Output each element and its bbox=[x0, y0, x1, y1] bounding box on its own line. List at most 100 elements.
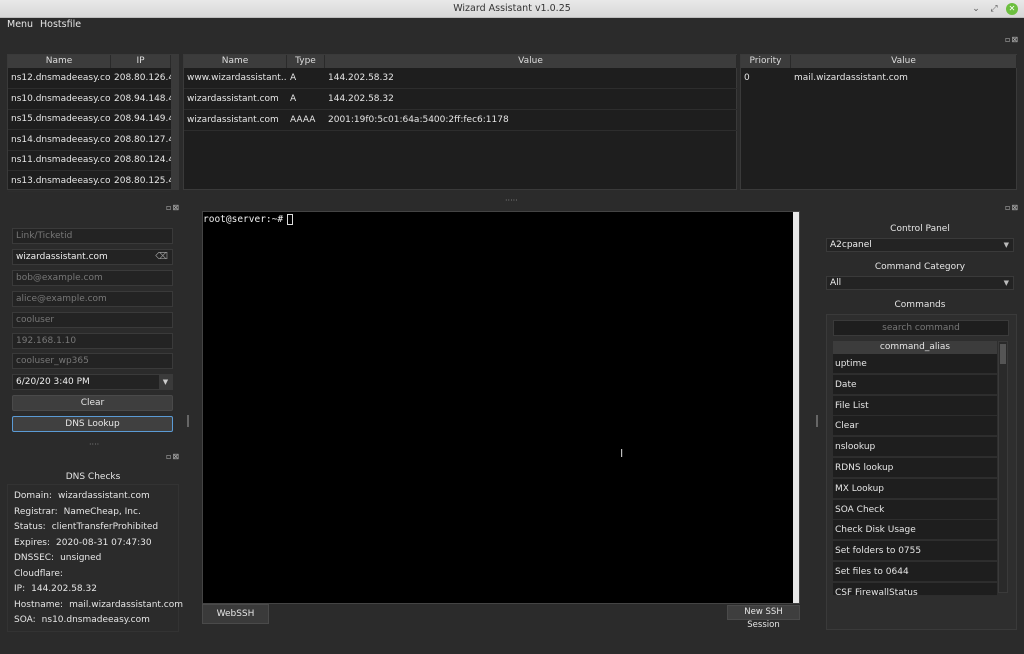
maximize-icon[interactable]: ⤢ bbox=[988, 3, 1000, 15]
dns-check-line: DNSSEC: unsigned bbox=[14, 553, 101, 563]
chevron-down-icon: ▼ bbox=[1003, 241, 1009, 249]
domain-input[interactable]: wizardassistant.com ⌫ bbox=[12, 249, 173, 265]
command-item[interactable]: RDNS lookup bbox=[833, 458, 997, 478]
dns-check-line: Expires: 2020-08-31 07:47:30 bbox=[14, 538, 152, 548]
command-category-select[interactable]: All ▼ bbox=[826, 276, 1014, 290]
records-header-type[interactable]: Type bbox=[287, 55, 325, 68]
dns-check-label: Registrar: bbox=[14, 506, 58, 517]
ns-name-cell[interactable]: ns15.dnsmadeeasy.com bbox=[8, 109, 111, 129]
command-item[interactable]: Clear bbox=[833, 416, 997, 437]
mx-header-priority[interactable]: Priority bbox=[741, 55, 791, 68]
dns-check-label: Hostname: bbox=[14, 599, 64, 610]
record-name-cell[interactable]: www.wizardassistant.... bbox=[184, 68, 287, 88]
database-input[interactable]: cooluser_wp365 bbox=[12, 353, 173, 369]
commands-scroll-thumb[interactable] bbox=[1000, 344, 1006, 364]
command-item[interactable]: Date bbox=[833, 374, 997, 395]
ns-name-cell[interactable]: ns14.dnsmadeeasy.com bbox=[8, 130, 111, 150]
form-dock-float-close-icon[interactable]: ▫⊠ bbox=[166, 203, 180, 212]
commands-label: Commands bbox=[894, 300, 946, 310]
left-splitter[interactable] bbox=[187, 415, 189, 427]
control-dock-float-close-icon[interactable]: ▫⊠ bbox=[1005, 203, 1019, 212]
control-panel-select[interactable]: A2cpanel ▼ bbox=[826, 238, 1014, 252]
mx-priority-cell[interactable]: 0 bbox=[741, 68, 791, 88]
terminal-prompt: root@server:~# bbox=[203, 214, 294, 225]
commands-scrollbar[interactable] bbox=[998, 341, 1008, 593]
datetime-picker[interactable]: 6/20/20 3:40 PM ▼ bbox=[12, 374, 173, 390]
record-type-cell[interactable]: A bbox=[287, 68, 325, 88]
ns-ip-cell[interactable]: 208.80.125.4 bbox=[111, 171, 171, 191]
record-value-cell[interactable]: 144.202.58.32 bbox=[325, 89, 737, 109]
record-type-cell[interactable]: A bbox=[287, 89, 325, 109]
chevron-down-icon[interactable]: ▼ bbox=[159, 375, 172, 389]
dock-float-close-icon[interactable]: ▫⊠ bbox=[1005, 35, 1019, 44]
link-ticket-input[interactable]: Link/Ticketid bbox=[12, 228, 173, 244]
dns-check-label: DNSSEC: bbox=[14, 553, 55, 563]
command-item[interactable]: File List bbox=[833, 395, 997, 416]
mx-header-value[interactable]: Value bbox=[791, 55, 1017, 68]
command-alias-header[interactable]: command_alias bbox=[833, 341, 997, 354]
dns-check-label: Expires: bbox=[14, 537, 50, 548]
record-value-cell[interactable]: 2001:19f0:5c01:64a:5400:2ff:fec6:1178 bbox=[325, 110, 737, 130]
email1-input[interactable]: bob@example.com bbox=[12, 270, 173, 286]
ns-name-cell[interactable]: ns10.dnsmadeeasy.com bbox=[8, 89, 111, 109]
mx-value-cell[interactable]: mail.wizardassistant.com bbox=[791, 68, 1017, 88]
datetime-value: 6/20/20 3:40 PM bbox=[16, 377, 90, 387]
minimize-icon[interactable]: ⌄ bbox=[970, 3, 982, 15]
ns-ip-cell[interactable]: 208.94.148.4 bbox=[111, 89, 171, 109]
ssh-terminal[interactable]: root@server:~# bbox=[202, 211, 800, 604]
clear-field-icon[interactable]: ⌫ bbox=[155, 250, 168, 264]
ns-ip-cell[interactable]: 208.80.127.4 bbox=[111, 130, 171, 150]
dns-check-label: Domain: bbox=[14, 491, 52, 501]
tab-webssh[interactable]: WebSSH bbox=[202, 604, 269, 624]
ns-name-cell[interactable]: ns12.dnsmadeeasy.com bbox=[8, 68, 111, 88]
terminal-scrollbar[interactable] bbox=[793, 212, 799, 603]
ip-input[interactable]: 192.168.1.10 bbox=[12, 333, 173, 349]
title-bar: Wizard Assistant v1.0.25 ⌄ ⤢ ✕ bbox=[0, 0, 1024, 18]
ns-ip-cell[interactable]: 208.80.124.4 bbox=[111, 150, 171, 170]
dns-check-label: Cloudflare: bbox=[14, 568, 63, 579]
email2-input[interactable]: alice@example.com bbox=[12, 291, 173, 307]
command-item[interactable]: uptime bbox=[833, 354, 997, 374]
menu-hostsfile[interactable]: Hostsfile bbox=[40, 19, 81, 30]
ns-ip-cell[interactable]: 208.94.149.4 bbox=[111, 109, 171, 129]
dns-check-line: IP: 144.202.58.32 bbox=[14, 584, 97, 594]
control-panel-value: A2cpanel bbox=[830, 240, 872, 250]
command-item[interactable]: Check Disk Usage bbox=[833, 520, 997, 541]
new-ssh-session-button[interactable]: New SSH Session bbox=[727, 605, 800, 630]
dns-checks-dock-icon[interactable]: ▫⊠ bbox=[166, 452, 180, 461]
close-icon[interactable]: ✕ bbox=[1006, 3, 1018, 15]
user-input[interactable]: cooluser bbox=[12, 312, 173, 328]
ns-row-divider bbox=[8, 190, 171, 192]
ns-header-name[interactable]: Name bbox=[8, 55, 111, 68]
record-name-cell[interactable]: wizardassistant.com bbox=[184, 89, 287, 109]
splitter-handle[interactable]: ····· bbox=[505, 196, 518, 205]
record-type-cell[interactable]: AAAA bbox=[287, 110, 325, 130]
command-item[interactable]: Set folders to 0755 bbox=[833, 541, 997, 562]
splitter-handle-left[interactable]: ···· bbox=[89, 440, 99, 449]
command-item[interactable]: Set files to 0644 bbox=[833, 562, 997, 582]
clear-button[interactable]: Clear bbox=[12, 395, 173, 411]
ns-scrollbar[interactable] bbox=[171, 55, 179, 189]
dns-lookup-button[interactable]: DNS Lookup bbox=[12, 416, 173, 432]
control-panel-label: Control Panel bbox=[890, 224, 950, 234]
search-command-input[interactable]: search command bbox=[833, 320, 1009, 336]
command-item[interactable]: CSF FirewallStatus bbox=[833, 582, 997, 596]
menu-bar: Menu Hostsfile bbox=[0, 18, 1024, 32]
ns-header-ip[interactable]: IP bbox=[111, 55, 171, 68]
ns-name-cell[interactable]: ns11.dnsmadeeasy.com bbox=[8, 150, 111, 170]
ns-ip-cell[interactable]: 208.80.126.4 bbox=[111, 68, 171, 88]
dns-check-value: mail.wizardassistant.com bbox=[69, 599, 184, 610]
ns-name-cell[interactable]: ns13.dnsmadeeasy.com bbox=[8, 171, 111, 191]
records-header-name[interactable]: Name bbox=[184, 55, 287, 68]
record-value-cell[interactable]: 144.202.58.32 bbox=[325, 68, 737, 88]
dns-records-table: Name Type Value www.wizardassistant.... A… bbox=[183, 54, 737, 190]
dns-check-label: SOA: bbox=[14, 615, 36, 625]
right-splitter[interactable] bbox=[816, 415, 818, 427]
command-item[interactable]: nslookup bbox=[833, 437, 997, 458]
dns-check-line: Domain: wizardassistant.com bbox=[14, 491, 150, 501]
menu-menu[interactable]: Menu bbox=[7, 19, 33, 30]
records-header-value[interactable]: Value bbox=[325, 55, 737, 68]
command-item[interactable]: SOA Check bbox=[833, 499, 997, 520]
record-name-cell[interactable]: wizardassistant.com bbox=[184, 110, 287, 130]
command-item[interactable]: MX Lookup bbox=[833, 478, 997, 499]
